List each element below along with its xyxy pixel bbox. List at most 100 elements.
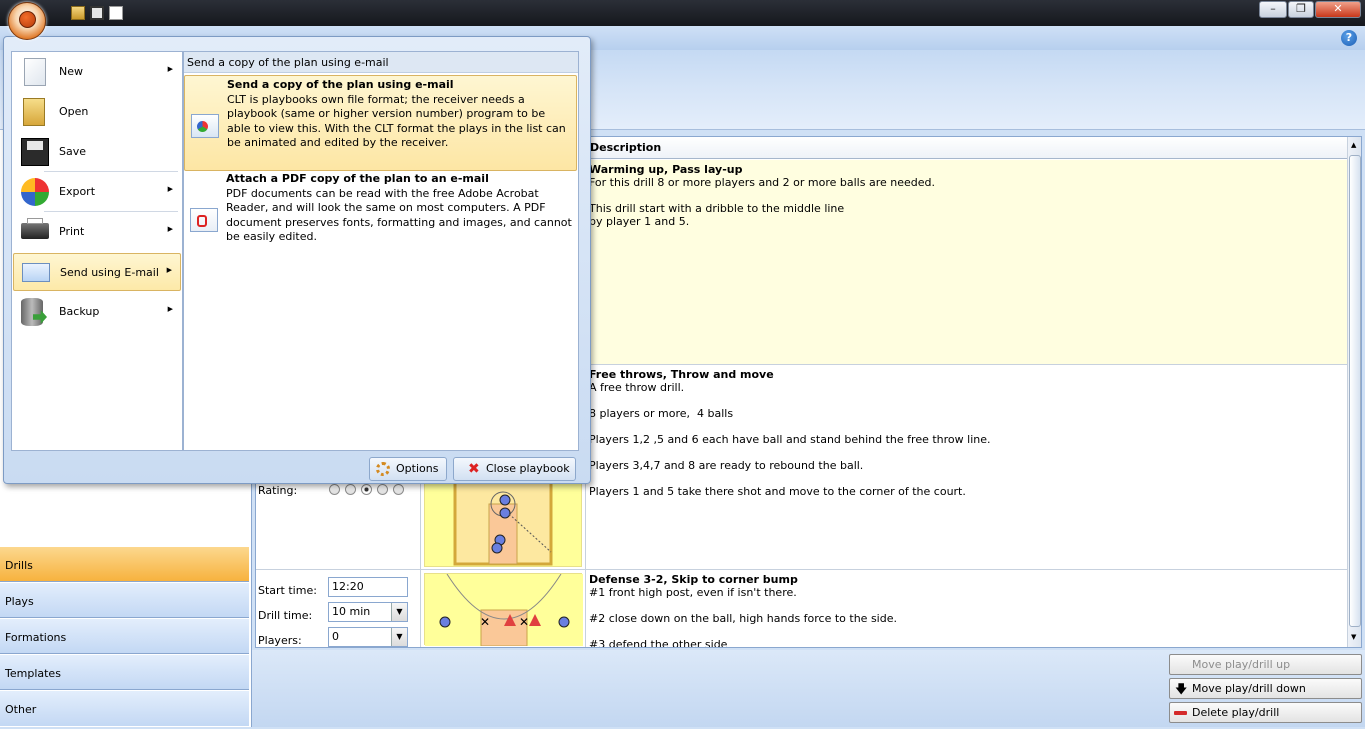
minus-icon <box>1174 711 1187 715</box>
drill-title: Warming up, Pass lay-up <box>589 163 743 176</box>
menu-item-label: Export <box>59 185 96 198</box>
menu-separator <box>44 171 178 172</box>
options-label: Options <box>396 462 439 475</box>
menu-item-new[interactable]: New ▶ <box>13 53 181 91</box>
menu-item-print[interactable]: Print ▶ <box>13 213 181 251</box>
menu-item-export[interactable]: Export ▶ <box>13 173 181 211</box>
move-down-label: Move play/drill down <box>1192 682 1306 695</box>
move-up-button[interactable]: Move play/drill up <box>1169 654 1362 675</box>
arrow-down-icon: 🡇 <box>1175 682 1188 696</box>
players-label: Players: <box>258 634 302 647</box>
submenu-option-title: Attach a PDF copy of the plan to an e-ma… <box>226 172 489 185</box>
tab-drills[interactable]: Drills <box>0 547 249 582</box>
scrollbar-thumb[interactable] <box>1349 155 1361 627</box>
new-document-icon <box>24 58 46 86</box>
open-quick-access-icon[interactable] <box>71 6 85 20</box>
drill-diagram-cell[interactable]: ✕ ✕ <box>421 570 586 647</box>
menu-item-label: New <box>59 65 83 78</box>
submenu-option-title: Send a copy of the plan using e-mail <box>227 78 454 91</box>
move-down-button[interactable]: 🡇 Move play/drill down <box>1169 678 1362 699</box>
drill-description: For this drill 8 or more players and 2 o… <box>589 176 935 228</box>
close-playbook-label: Close playbook <box>486 462 570 475</box>
menu-item-open[interactable]: Open <box>13 93 181 131</box>
court-diagram <box>424 472 582 567</box>
close-icon: ✖ <box>468 461 480 477</box>
players-value: 0 <box>332 630 339 643</box>
submenu-option-send-pdf[interactable]: Attach a PDF copy of the plan to an e-ma… <box>184 170 577 243</box>
drill-title: Free throws, Throw and move <box>589 368 774 381</box>
menu-item-label: Backup <box>59 305 100 318</box>
chevron-down-icon[interactable]: ▼ <box>391 603 407 621</box>
delete-button[interactable]: Delete play/drill <box>1169 702 1362 723</box>
submenu-option-text: CLT is playbooks own file format; the re… <box>227 92 566 150</box>
svg-text:✕: ✕ <box>519 615 529 629</box>
scroll-down-arrow-icon[interactable]: ▼ <box>1351 633 1356 641</box>
gear-icon <box>376 462 390 476</box>
drill-time-value: 10 min <box>332 605 371 618</box>
menu-item-label: Send using E-mail <box>60 266 159 279</box>
close-window-button[interactable]: ✕ <box>1315 1 1361 18</box>
table-row[interactable]: Defense 3-2, Skip to corner bump #1 fron… <box>586 570 1347 647</box>
floppy-disk-icon <box>21 138 49 166</box>
rating-radio-group[interactable] <box>329 484 409 498</box>
chevron-right-icon: ▶ <box>166 266 172 274</box>
chevron-down-icon[interactable]: ▼ <box>391 628 407 646</box>
options-button[interactable]: Options <box>369 457 447 481</box>
drill-description: A free throw drill. 8 players or more, 4… <box>589 381 991 498</box>
close-playbook-button[interactable]: ✖ Close playbook <box>453 457 576 481</box>
tab-plays[interactable]: Plays <box>0 583 249 618</box>
help-icon[interactable]: ? <box>1341 30 1357 46</box>
drill-diagram-cell[interactable] <box>421 470 586 570</box>
menu-item-backup[interactable]: Backup ▶ <box>13 293 181 331</box>
submenu-header: Send a copy of the plan using e-mail <box>184 52 578 73</box>
start-time-input[interactable]: 12:20 <box>328 577 408 597</box>
drill-title: Defense 3-2, Skip to corner bump <box>589 573 798 586</box>
rating-label: Rating: <box>258 484 298 497</box>
scroll-up-arrow-icon[interactable]: ▲ <box>1351 141 1356 149</box>
tab-other[interactable]: Other <box>0 691 249 726</box>
svg-text:✕: ✕ <box>480 615 490 629</box>
drill-properties-cell: Rating: <box>256 470 421 570</box>
rating-radio-4[interactable] <box>377 484 388 495</box>
new-quick-access-icon[interactable] <box>109 6 123 20</box>
backup-database-icon <box>21 298 47 326</box>
tab-templates[interactable]: Templates <box>0 655 249 690</box>
menu-separator <box>44 211 178 212</box>
menu-item-send-email[interactable]: Send using E-mail ▶ <box>13 253 181 291</box>
delete-label: Delete play/drill <box>1192 706 1280 719</box>
pdf-email-icon <box>190 208 218 232</box>
submenu-option-send-clt[interactable]: Send a copy of the plan using e-mail CLT… <box>184 75 577 171</box>
rating-radio-2[interactable] <box>345 484 356 495</box>
rating-radio-5[interactable] <box>393 484 404 495</box>
rating-radio-1[interactable] <box>329 484 340 495</box>
table-row[interactable]: Warming up, Pass lay-up For this drill 8… <box>586 160 1347 365</box>
menu-item-label: Print <box>59 225 85 238</box>
minimize-button[interactable]: – <box>1259 1 1287 18</box>
printer-icon <box>21 218 49 239</box>
chevron-right-icon: ▶ <box>167 65 173 73</box>
chevron-right-icon: ▶ <box>167 305 173 313</box>
table-row[interactable]: Free throws, Throw and move A free throw… <box>586 365 1347 570</box>
clt-email-icon <box>191 114 219 138</box>
chevron-right-icon: ▶ <box>167 225 173 233</box>
drill-description: #1 front high post, even if isn't there.… <box>589 586 897 647</box>
menu-item-label: Save <box>59 145 87 158</box>
export-icon <box>21 178 49 206</box>
menu-item-save[interactable]: Save <box>13 133 181 171</box>
save-quick-access-icon[interactable] <box>90 6 104 20</box>
grid-scrollbar[interactable]: ▲ ▼ <box>1347 137 1361 647</box>
drill-time-select[interactable]: 10 min ▼ <box>328 602 408 622</box>
start-time-label: Start time: <box>258 584 317 597</box>
restore-button[interactable]: ❐ <box>1288 1 1314 18</box>
title-bar: – ❐ ✕ <box>0 0 1365 26</box>
players-select[interactable]: 0 ▼ <box>328 627 408 647</box>
folder-icon <box>23 98 45 126</box>
submenu-option-text: PDF documents can be read with the free … <box>226 186 572 244</box>
description-column-header: Description <box>586 137 1347 159</box>
chevron-right-icon: ▶ <box>167 185 173 193</box>
rating-radio-3[interactable] <box>361 484 372 495</box>
tab-formations[interactable]: Formations <box>0 619 249 654</box>
court-diagram: ✕ ✕ <box>424 573 583 647</box>
email-icon <box>22 263 50 282</box>
basketball-logo-icon <box>19 11 36 28</box>
